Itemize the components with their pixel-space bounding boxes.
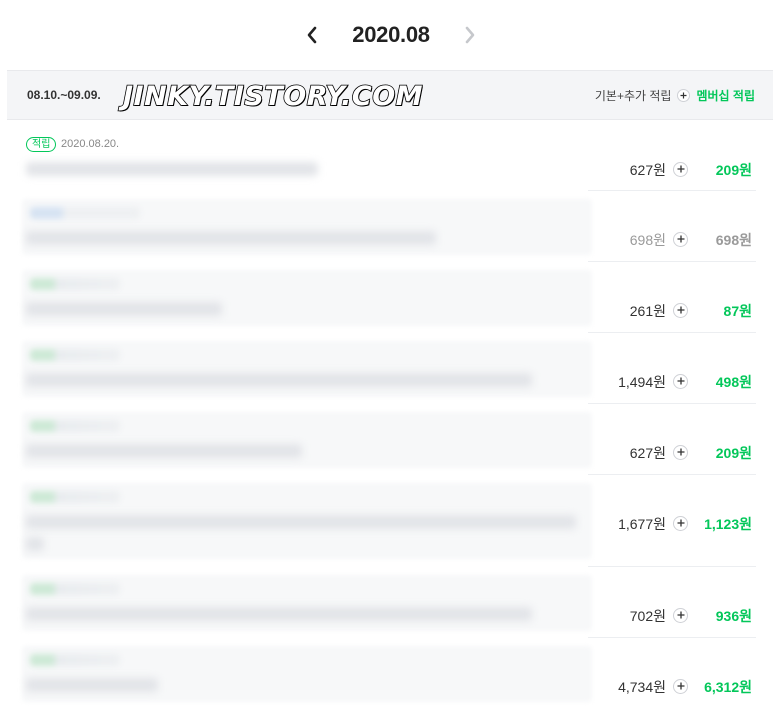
plus-icon (673, 230, 688, 247)
blurred-title (26, 373, 532, 387)
blurred-meta (30, 207, 140, 219)
base-amount: 627원 (629, 445, 666, 461)
blurred-meta (30, 654, 120, 666)
month-navigator: 2020.08 (0, 0, 782, 70)
watermark-text: JINKY.TISTORY.COM (122, 80, 424, 113)
period-summary-bar: 08.10.~09.09. JINKY.TISTORY.COM 기본+추가 적립… (7, 70, 773, 120)
plus-icon (673, 301, 688, 318)
earn-badge: 적립 (26, 137, 57, 152)
member-amount: 1,123원 (704, 516, 752, 532)
plus-icon (673, 443, 688, 460)
base-amount: 698원 (629, 232, 666, 248)
list-item[interactable]: 698원 698원 (0, 191, 782, 262)
base-amount: 1,494원 (618, 374, 666, 390)
blurred-title (26, 302, 222, 316)
member-amount: 209원 (715, 162, 752, 178)
prev-month-button[interactable] (298, 21, 326, 49)
blurred-meta (30, 278, 120, 290)
member-amount: 498원 (715, 374, 752, 390)
blurred-title (26, 515, 576, 529)
blurred-title (26, 162, 318, 176)
base-amount: 261원 (629, 303, 666, 319)
blurred-meta (30, 491, 120, 503)
chevron-left-icon (307, 26, 317, 44)
list-item[interactable]: 627원 209원 (0, 404, 782, 475)
legend: 기본+추가 적립 멤버십 적립 (595, 87, 755, 104)
row-date: 2020.08.20. (61, 138, 120, 150)
points-history-page: 2020.08 08.10.~09.09. JINKY.TISTORY.COM … (0, 0, 782, 708)
plus-icon (673, 514, 688, 531)
member-amount: 209원 (715, 445, 752, 461)
next-month-button[interactable] (456, 21, 484, 49)
base-amount: 4,734원 (618, 679, 666, 695)
list-item[interactable]: 4,734원 6,312원 (0, 638, 782, 708)
list-item[interactable]: 261원 87원 (0, 262, 782, 333)
blurred-meta (30, 349, 120, 361)
blurred-meta (30, 583, 120, 595)
plus-icon (677, 89, 691, 102)
chevron-right-icon (465, 26, 475, 44)
plus-icon (673, 372, 688, 389)
member-amount: 6,312원 (704, 679, 752, 695)
blurred-title (26, 231, 436, 245)
current-month: 2020.08 (352, 22, 430, 47)
plus-icon (673, 677, 688, 694)
base-amount: 1,677원 (618, 516, 666, 532)
member-amount: 936원 (715, 608, 752, 624)
list-item[interactable]: 702원 936원 (0, 567, 782, 638)
legend-base-label: 기본+추가 적립 (594, 89, 672, 103)
blurred-title-line2 (26, 537, 44, 551)
blurred-title (26, 444, 302, 458)
list-item[interactable]: 1,677원 1,123원 (0, 475, 782, 567)
plus-icon (673, 606, 688, 623)
list-item[interactable]: 적립 2020.08.20. 627원 209원 (0, 120, 782, 191)
blurred-title (26, 607, 532, 621)
base-amount: 702원 (629, 608, 666, 624)
base-amount: 627원 (629, 162, 666, 178)
blurred-title (26, 678, 158, 692)
member-amount: 87원 (723, 303, 752, 319)
member-amount: 698원 (715, 232, 752, 248)
blurred-meta (30, 420, 120, 432)
plus-icon (673, 160, 688, 177)
period-range: 08.10.~09.09. (27, 88, 101, 102)
list-item[interactable]: 1,494원 498원 (0, 333, 782, 404)
legend-member-label: 멤버십 적립 (696, 89, 755, 103)
